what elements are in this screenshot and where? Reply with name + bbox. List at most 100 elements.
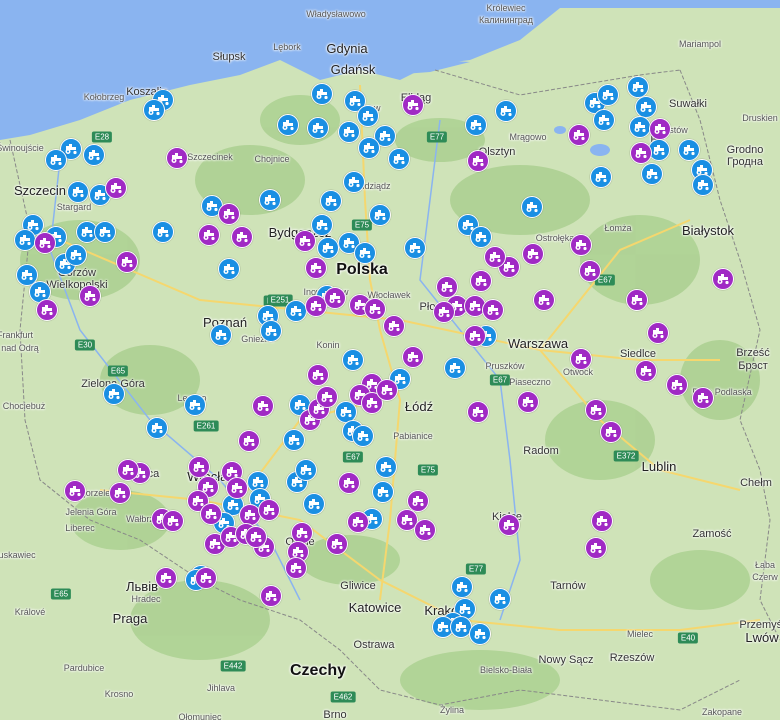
tractor-marker-purple[interactable] <box>109 482 131 504</box>
tractor-marker-purple[interactable] <box>258 499 280 521</box>
tractor-marker-purple[interactable] <box>585 399 607 421</box>
tractor-marker-purple[interactable] <box>307 364 329 386</box>
tractor-marker-blue[interactable] <box>45 149 67 171</box>
tractor-marker-blue[interactable] <box>590 166 612 188</box>
tractor-marker-purple[interactable] <box>285 557 307 579</box>
tractor-marker-blue[interactable] <box>311 214 333 236</box>
tractor-marker-blue[interactable] <box>678 139 700 161</box>
tractor-marker-blue[interactable] <box>338 121 360 143</box>
tractor-marker-purple[interactable] <box>570 348 592 370</box>
tractor-marker-purple[interactable] <box>470 270 492 292</box>
tractor-marker-purple[interactable] <box>383 315 405 337</box>
tractor-marker-purple[interactable] <box>414 519 436 541</box>
tractor-marker-blue[interactable] <box>14 229 36 251</box>
tractor-marker-purple[interactable] <box>36 299 58 321</box>
tractor-marker-purple[interactable] <box>692 387 714 409</box>
tractor-marker-purple[interactable] <box>600 421 622 443</box>
tractor-marker-purple[interactable] <box>338 472 360 494</box>
tractor-marker-purple[interactable] <box>347 511 369 533</box>
tractor-marker-blue[interactable] <box>210 324 232 346</box>
tractor-marker-blue[interactable] <box>451 576 473 598</box>
tractor-marker-purple[interactable] <box>579 260 601 282</box>
tractor-marker-purple[interactable] <box>533 289 555 311</box>
tractor-marker-purple[interactable] <box>305 257 327 279</box>
tractor-marker-purple[interactable] <box>245 526 267 548</box>
tractor-marker-purple[interactable] <box>166 147 188 169</box>
tractor-marker-purple[interactable] <box>105 177 127 199</box>
tractor-marker-purple[interactable] <box>231 226 253 248</box>
tractor-marker-purple[interactable] <box>522 243 544 265</box>
tractor-marker-blue[interactable] <box>404 237 426 259</box>
tractor-marker-blue[interactable] <box>218 258 240 280</box>
tractor-marker-blue[interactable] <box>260 320 282 342</box>
tractor-marker-blue[interactable] <box>627 76 649 98</box>
tractor-marker-purple[interactable] <box>482 299 504 321</box>
tractor-marker-blue[interactable] <box>146 417 168 439</box>
tractor-marker-blue[interactable] <box>469 623 491 645</box>
tractor-marker-purple[interactable] <box>402 346 424 368</box>
tractor-marker-blue[interactable] <box>692 174 714 196</box>
tractor-marker-blue[interactable] <box>635 96 657 118</box>
tractor-marker-blue[interactable] <box>495 100 517 122</box>
tractor-marker-blue[interactable] <box>65 244 87 266</box>
tractor-marker-purple[interactable] <box>34 232 56 254</box>
tractor-marker-purple[interactable] <box>591 510 613 532</box>
tractor-marker-blue[interactable] <box>184 394 206 416</box>
tractor-marker-blue[interactable] <box>593 109 615 131</box>
tractor-marker-purple[interactable] <box>626 289 648 311</box>
tractor-marker-purple[interactable] <box>260 585 282 607</box>
tractor-marker-purple[interactable] <box>498 514 520 536</box>
tractor-marker-purple[interactable] <box>195 567 217 589</box>
tractor-marker-blue[interactable] <box>285 300 307 322</box>
tractor-marker-blue[interactable] <box>283 429 305 451</box>
tractor-marker-blue[interactable] <box>597 84 619 106</box>
tractor-marker-blue[interactable] <box>352 425 374 447</box>
tractor-marker-purple[interactable] <box>568 124 590 146</box>
tractor-marker-purple[interactable] <box>218 203 240 225</box>
tractor-marker-purple[interactable] <box>64 480 86 502</box>
tractor-marker-blue[interactable] <box>375 456 397 478</box>
tractor-marker-blue[interactable] <box>358 137 380 159</box>
tractor-marker-blue[interactable] <box>307 117 329 139</box>
tractor-marker-blue[interactable] <box>143 99 165 121</box>
tractor-marker-purple[interactable] <box>364 298 386 320</box>
tractor-marker-purple[interactable] <box>649 118 671 140</box>
tractor-marker-blue[interactable] <box>465 114 487 136</box>
tractor-marker-blue[interactable] <box>303 493 325 515</box>
tractor-marker-blue[interactable] <box>521 196 543 218</box>
tractor-marker-purple[interactable] <box>517 391 539 413</box>
tractor-marker-purple[interactable] <box>467 150 489 172</box>
tractor-marker-purple[interactable] <box>647 322 669 344</box>
tractor-marker-purple[interactable] <box>294 230 316 252</box>
tractor-marker-purple[interactable] <box>316 386 338 408</box>
tractor-marker-blue[interactable] <box>83 144 105 166</box>
tractor-marker-blue[interactable] <box>343 171 365 193</box>
tractor-marker-blue[interactable] <box>295 459 317 481</box>
tractor-marker-purple[interactable] <box>116 251 138 273</box>
tractor-marker-purple[interactable] <box>376 379 398 401</box>
tractor-marker-purple[interactable] <box>585 537 607 559</box>
tractor-marker-purple[interactable] <box>117 459 139 481</box>
tractor-marker-purple[interactable] <box>198 224 220 246</box>
tractor-marker-blue[interactable] <box>357 105 379 127</box>
tractor-marker-blue[interactable] <box>103 383 125 405</box>
tractor-marker-blue[interactable] <box>641 163 663 185</box>
tractor-marker-blue[interactable] <box>489 588 511 610</box>
tractor-marker-blue[interactable] <box>94 221 116 243</box>
tractor-marker-blue[interactable] <box>342 349 364 371</box>
tractor-marker-blue[interactable] <box>629 116 651 138</box>
tractor-marker-blue[interactable] <box>259 189 281 211</box>
tractor-marker-blue[interactable] <box>470 226 492 248</box>
tractor-marker-blue[interactable] <box>388 148 410 170</box>
tractor-marker-purple[interactable] <box>200 503 222 525</box>
tractor-marker-purple[interactable] <box>324 287 346 309</box>
tractor-marker-purple[interactable] <box>635 360 657 382</box>
tractor-marker-blue[interactable] <box>372 481 394 503</box>
tractor-marker-purple[interactable] <box>402 94 424 116</box>
tractor-marker-purple[interactable] <box>464 325 486 347</box>
tractor-marker-purple[interactable] <box>570 234 592 256</box>
tractor-marker-purple[interactable] <box>326 533 348 555</box>
tractor-marker-blue[interactable] <box>354 242 376 264</box>
tractor-marker-purple[interactable] <box>252 395 274 417</box>
tractor-marker-blue[interactable] <box>152 221 174 243</box>
